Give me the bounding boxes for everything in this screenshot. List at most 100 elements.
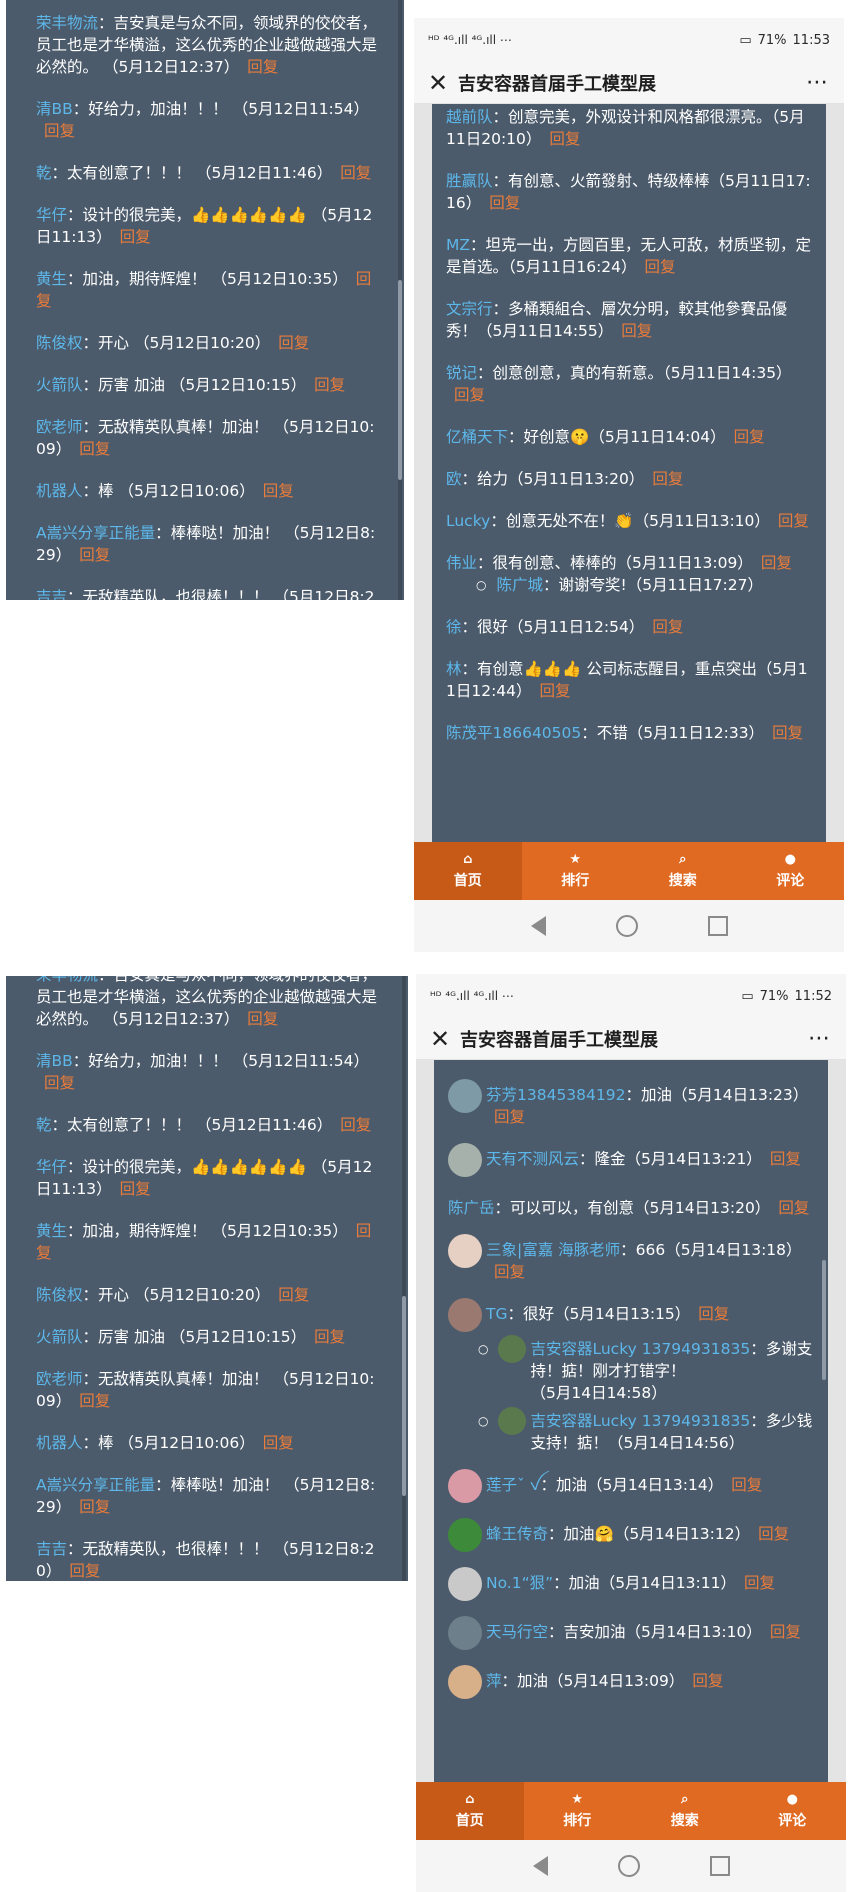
commenter-name[interactable]: 莲子ˇ ꪜ — [486, 1476, 540, 1494]
commenter-name[interactable]: 萍 — [486, 1672, 502, 1690]
commenter-name[interactable]: No.1“狠” — [486, 1574, 553, 1592]
reply-link[interactable]: 回复 — [79, 546, 110, 564]
reply-link[interactable]: 回复 — [340, 164, 371, 182]
commenter-name[interactable]: 吉安容器Lucky 13794931835 — [530, 1340, 750, 1358]
close-icon[interactable]: ✕ — [428, 69, 458, 97]
tab-ranking[interactable]: ★ 排行 — [524, 1782, 632, 1840]
commenter-name[interactable]: 吉吉 — [36, 588, 67, 600]
reply-link[interactable]: 回复 — [652, 470, 683, 488]
commenter-name[interactable]: 欧老师 — [36, 1370, 83, 1388]
commenter-name[interactable]: 亿桶天下 — [446, 428, 508, 446]
tab-comments[interactable]: ● 评论 — [737, 842, 845, 900]
commenter-name[interactable]: A嵩兴分享正能量 — [36, 1476, 155, 1494]
scrollbar[interactable] — [398, 0, 402, 600]
reply-link[interactable]: 回复 — [120, 1180, 151, 1198]
reply-link[interactable]: 回复 — [778, 512, 809, 530]
commenter-name[interactable]: 陈俊权 — [36, 1286, 83, 1304]
reply-link[interactable]: 回复 — [247, 58, 278, 76]
avatar[interactable] — [448, 1665, 482, 1699]
commenter-name[interactable]: 伟业 — [446, 554, 477, 572]
avatar[interactable] — [448, 1469, 482, 1503]
commenter-name[interactable]: 锐记 — [446, 364, 477, 382]
commenter-name[interactable]: 欧老师 — [36, 418, 83, 436]
reply-link[interactable]: 回复 — [79, 1392, 110, 1410]
commenter-name[interactable]: 华仔 — [36, 1158, 67, 1176]
commenter-name[interactable]: Lucky — [446, 512, 490, 530]
commenter-name[interactable]: 欧 — [446, 470, 462, 488]
reply-link[interactable]: 回复 — [692, 1672, 723, 1690]
commenter-name[interactable]: A嵩兴分享正能量 — [36, 524, 155, 542]
tab-ranking[interactable]: ★ 排行 — [522, 842, 630, 900]
avatar[interactable] — [498, 1335, 527, 1363]
commenter-name[interactable]: 吉安容器Lucky 13794931835 — [530, 1412, 750, 1430]
reply-link[interactable]: 回复 — [314, 1328, 345, 1346]
recent-square-icon[interactable] — [707, 916, 728, 936]
commenter-name[interactable]: 陈广城 — [496, 576, 543, 594]
commenter-name[interactable]: TG — [486, 1305, 507, 1323]
reply-link[interactable]: 回复 — [772, 724, 803, 742]
reply-link[interactable]: 回复 — [744, 1574, 775, 1592]
reply-link[interactable]: 回复 — [770, 1150, 801, 1168]
commenter-name[interactable]: 芬芳13845384192 — [486, 1086, 625, 1104]
reply-link[interactable]: 回复 — [540, 682, 571, 700]
commenter-name[interactable]: 徐 — [446, 618, 462, 636]
tab-home[interactable]: ⌂ 首页 — [414, 842, 522, 900]
commenter-name[interactable]: 机器人 — [36, 1434, 83, 1452]
commenter-name[interactable]: 清BB — [36, 1052, 73, 1070]
comment-list[interactable]: 越前队：创意完美，外观设计和风格都很漂亮。（5月11日20:10） 回复 胜赢队：… — [414, 104, 844, 842]
commenter-name[interactable]: 文宗行 — [446, 300, 493, 318]
avatar[interactable] — [448, 1298, 482, 1332]
reply-link[interactable]: 回复 — [645, 258, 676, 276]
more-icon[interactable]: ⋯ — [806, 70, 830, 95]
commenter-name[interactable]: 机器人 — [36, 482, 83, 500]
reply-link[interactable]: 回复 — [761, 554, 792, 572]
avatar[interactable] — [448, 1518, 482, 1552]
commenter-name[interactable]: 黄生 — [36, 1222, 67, 1240]
commenter-name[interactable]: 荣丰物流 — [36, 14, 98, 32]
reply-link[interactable]: 回复 — [278, 334, 309, 352]
home-circle-icon[interactable] — [617, 1855, 640, 1877]
reply-link[interactable]: 回复 — [263, 1434, 294, 1452]
reply-link[interactable]: 回复 — [770, 1623, 801, 1641]
scrollbar[interactable] — [402, 976, 406, 1581]
reply-link[interactable]: 回复 — [44, 122, 75, 140]
reply-link[interactable]: 回复 — [79, 440, 110, 458]
tab-home[interactable]: ⌂ 首页 — [416, 1782, 524, 1840]
commenter-name[interactable]: 三象|富嘉 海豚老师 — [486, 1241, 620, 1259]
reply-link[interactable]: 回复 — [454, 386, 485, 404]
commenter-name[interactable]: 火箭队 — [36, 1328, 83, 1346]
reply-link[interactable]: 回复 — [734, 428, 765, 446]
home-circle-icon[interactable] — [615, 915, 638, 937]
avatar[interactable] — [448, 1079, 482, 1113]
comment-list[interactable]: 芬芳13845384192：加油（5月14日13:23）回复 天有不测风云：隆金… — [416, 1060, 846, 1782]
reply-link[interactable]: 回复 — [778, 1199, 809, 1217]
avatar[interactable] — [448, 1143, 482, 1177]
reply-link[interactable]: 回复 — [247, 1010, 278, 1028]
reply-link[interactable]: 回复 — [489, 194, 520, 212]
commenter-name[interactable]: 陈俊权 — [36, 334, 83, 352]
commenter-name[interactable]: 蜂王传奇 — [486, 1525, 548, 1543]
scrollbar[interactable] — [822, 1260, 826, 1380]
reply-link[interactable]: 回复 — [44, 1074, 75, 1092]
back-icon[interactable] — [532, 1856, 548, 1876]
commenter-name[interactable]: 胜赢队 — [446, 172, 493, 190]
reply-link[interactable]: 回复 — [731, 1476, 762, 1494]
commenter-name[interactable]: 林 — [446, 660, 462, 678]
recent-square-icon[interactable] — [709, 1856, 730, 1876]
reply-link[interactable]: 回复 — [340, 1116, 371, 1134]
avatar[interactable] — [448, 1567, 482, 1601]
commenter-name[interactable]: 火箭队 — [36, 376, 83, 394]
commenter-name[interactable]: 乾 — [36, 164, 52, 182]
commenter-name[interactable]: 乾 — [36, 1116, 52, 1134]
commenter-name[interactable]: 陈广岳 — [448, 1199, 495, 1217]
commenter-name[interactable]: 华仔 — [36, 206, 67, 224]
reply-link[interactable]: 回复 — [263, 482, 294, 500]
commenter-name[interactable]: 陈茂平186640505 — [446, 724, 581, 742]
commenter-name[interactable]: 越前队 — [446, 108, 493, 126]
reply-link[interactable]: 回复 — [549, 130, 580, 148]
more-icon[interactable]: ⋯ — [808, 1026, 832, 1051]
commenter-name[interactable]: MZ — [446, 236, 470, 254]
avatar[interactable] — [448, 1616, 482, 1650]
tab-search[interactable]: ⌕ 搜索 — [631, 1782, 739, 1840]
reply-link[interactable]: 回复 — [652, 618, 683, 636]
